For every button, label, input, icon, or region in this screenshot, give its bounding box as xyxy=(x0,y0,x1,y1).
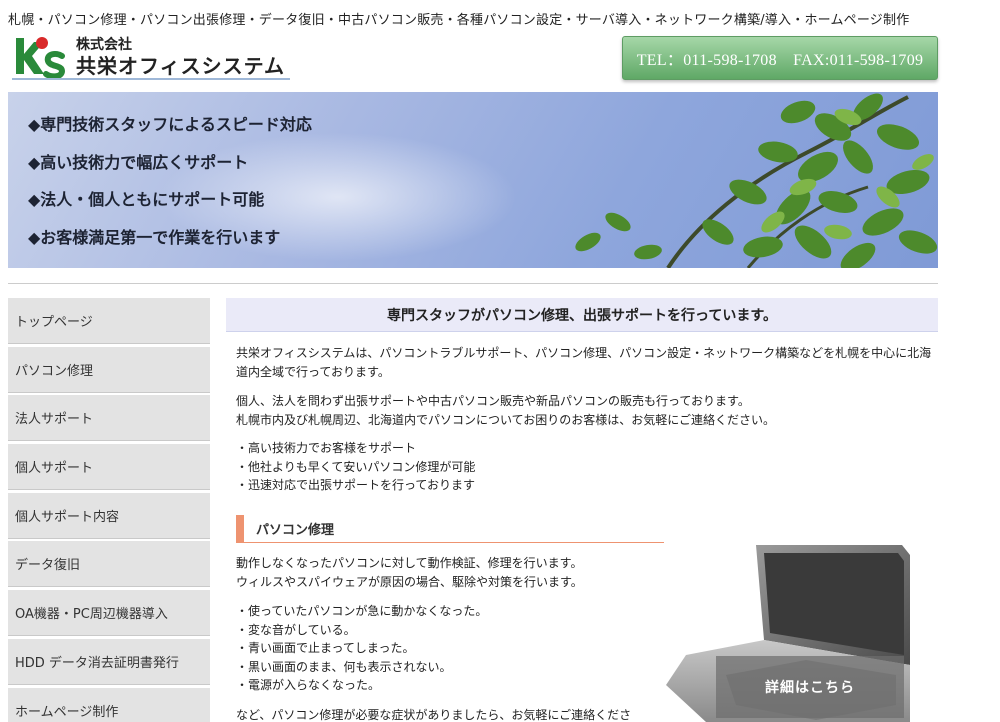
repair-line: ウィルスやスパイウェアが原因の場合、駆除や対策を行います。 xyxy=(236,574,583,589)
sidebar-item-personal-support[interactable]: 個人サポート xyxy=(8,444,210,491)
tree-leaves-image xyxy=(575,93,938,268)
hero-banner: ◆専門技術スタッフによるスピード対応 ◆高い技術力で幅広くサポート ◆法人・個人… xyxy=(8,92,938,268)
repair-description: 動作しなくなったパソコンに対して動作検証、修理を行います。 ウィルスやスパイウェ… xyxy=(236,554,583,591)
sidebar-item-personal-support-details[interactable]: 個人サポート内容 xyxy=(8,492,210,539)
sidebar-item-oa-equipment[interactable]: OA機器・PC周辺機器導入 xyxy=(8,590,210,637)
sidebar-item-top[interactable]: トップページ xyxy=(8,298,210,344)
company-logo[interactable]: 株式会社 共栄オフィスシステム xyxy=(12,34,292,80)
banner-feature: ◆高い技術力で幅広くサポート xyxy=(28,152,249,172)
service-paragraph: 個人、法人を問わず出張サポートや中古パソコン販売や新品パソコンの販売も行っており… xyxy=(236,392,936,429)
logo-company-name: 共栄オフィスシステム xyxy=(76,54,285,78)
header-divider xyxy=(8,283,938,284)
tel-fax-text: TEL：011-598-1708 FAX:011-598-1709 xyxy=(636,52,924,69)
page-title: 専門スタッフがパソコン修理、出張サポートを行っています。 xyxy=(226,298,938,332)
repair-line: 動作しなくなったパソコンに対して動作検証、修理を行います。 xyxy=(236,556,583,570)
sidebar-item-corporate-support[interactable]: 法人サポート xyxy=(8,395,210,442)
section-heading-pc-repair: パソコン修理 xyxy=(236,515,664,543)
site-tagline: 札幌・パソコン修理・パソコン出張修理・データ復旧・中古パソコン販売・各種パソコン… xyxy=(8,13,910,28)
feature-bullets: ・高い技術力でお客様をサポート ・他社よりも早くて安いパソコン修理が可能 ・迅速… xyxy=(236,439,475,495)
repair-footer-text: など、パソコン修理が必要な症状がありましたら、お気軽にご連絡くださ xyxy=(236,708,632,722)
banner-feature: ◆お客様満足第一で作業を行います xyxy=(28,227,281,247)
banner-feature: ◆専門技術スタッフによるスピード対応 xyxy=(28,115,312,134)
ks-logo-icon xyxy=(16,37,66,78)
banner-feature-list: ◆専門技術スタッフによるスピード対応 ◆高い技術力で幅広くサポート ◆法人・個人… xyxy=(28,112,312,262)
symptom-list: ・使っていたパソコンが急に動かなくなった。 ・変な音がしている。 ・青い画面で止… xyxy=(236,602,487,695)
banner-feature: ◆法人・個人ともにサポート可能 xyxy=(28,190,265,209)
list-item: ・高い技術力でお客様をサポート xyxy=(236,441,417,455)
list-item: ・変な音がしている。 xyxy=(236,622,356,637)
sidebar-item-hdd-erasure[interactable]: HDD データ消去証明書発行 xyxy=(8,638,210,685)
details-button[interactable]: 詳細はこちら xyxy=(716,656,904,718)
sidebar-nav: トップページ パソコン修理 法人サポート 個人サポート 個人サポート内容 データ… xyxy=(8,298,210,722)
sidebar-item-pc-repair[interactable]: パソコン修理 xyxy=(8,346,210,393)
list-item: ・黒い画面のまま、何も表示されない。 xyxy=(236,659,452,674)
list-item: ・電源が入らなくなった。 xyxy=(236,678,381,692)
list-item: ・迅速対応で出張サポートを行っております xyxy=(236,478,476,492)
list-item: ・他社よりも早くて安いパソコン修理が可能 xyxy=(236,459,476,474)
list-item: ・使っていたパソコンが急に動かなくなった。 xyxy=(236,604,488,618)
sidebar-item-web-design[interactable]: ホームページ制作 xyxy=(8,687,210,722)
contact-box[interactable]: TEL：011-598-1708 FAX:011-598-1709 xyxy=(622,36,938,80)
logo-underline xyxy=(12,78,290,80)
list-item: ・青い画面で止まってしまった。 xyxy=(236,641,415,655)
service-line: 札幌市内及び札幌周辺、北海道内でパソコンについてお困りのお客様は、お気軽にご連絡… xyxy=(236,412,776,427)
service-line: 個人、法人を問わず出張サポートや中古パソコン販売や新品パソコンの販売も行っており… xyxy=(236,394,750,408)
main-content: 専門スタッフがパソコン修理、出張サポートを行っています。 共栄オフィスシステムは… xyxy=(226,298,938,722)
intro-paragraph: 共栄オフィスシステムは、パソコントラブルサポート、パソコン修理、パソコン設定・ネ… xyxy=(236,346,932,379)
sidebar-item-data-recovery[interactable]: データ復旧 xyxy=(8,541,210,588)
